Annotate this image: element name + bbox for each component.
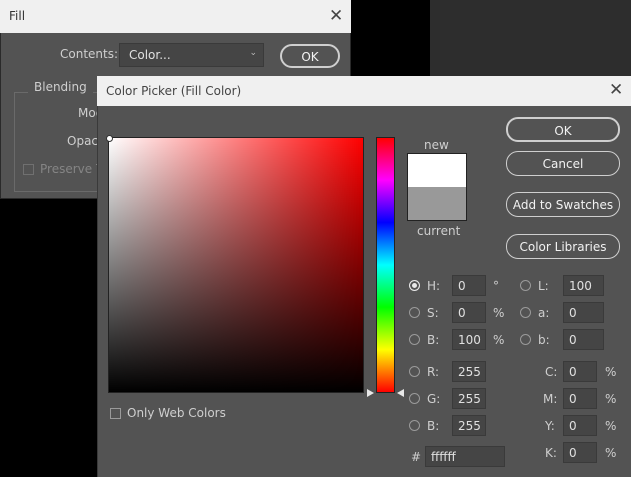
blue-input[interactable]: 255 xyxy=(452,415,486,436)
cyan-unit: % xyxy=(605,365,617,379)
black-label: K: xyxy=(545,446,557,460)
color-libraries-button[interactable]: Color Libraries xyxy=(506,234,620,259)
brightness-label: B: xyxy=(427,333,440,347)
l-radio[interactable] xyxy=(520,280,531,291)
hex-input[interactable]: ffffff xyxy=(425,446,505,467)
green-input[interactable]: 255 xyxy=(452,388,486,409)
cancel-button[interactable]: Cancel xyxy=(506,151,620,176)
green-label: G: xyxy=(427,392,441,406)
current-color-swatch[interactable] xyxy=(408,187,466,220)
picker-close-icon[interactable]: ✕ xyxy=(609,82,623,99)
magenta-input[interactable]: 0 xyxy=(563,388,597,409)
chevron-down-icon: ⌄ xyxy=(249,48,257,58)
hue-radio[interactable] xyxy=(409,280,420,291)
fill-title-text: Fill xyxy=(9,9,26,23)
blue-radio[interactable] xyxy=(409,420,420,431)
hue-slider-left-handle[interactable] xyxy=(367,389,374,397)
green-radio[interactable] xyxy=(409,393,420,404)
background-panel xyxy=(430,0,631,78)
a-input[interactable]: 0 xyxy=(563,302,604,323)
blending-label: Blending xyxy=(28,80,93,94)
brightness-input[interactable]: 100 xyxy=(452,329,486,350)
cyan-label: C: xyxy=(545,365,558,379)
hex-label: # xyxy=(411,450,422,464)
new-label: new xyxy=(424,138,449,152)
yellow-unit: % xyxy=(605,419,617,433)
preserve-label: Preserve T xyxy=(40,162,104,176)
blue-label: B: xyxy=(427,419,440,433)
brightness-radio[interactable] xyxy=(409,334,420,345)
red-radio[interactable] xyxy=(409,366,420,377)
contents-select[interactable]: Color... ⌄ xyxy=(119,43,264,67)
picker-title-text: Color Picker (Fill Color) xyxy=(106,84,242,98)
brightness-unit: % xyxy=(493,333,505,347)
black-unit: % xyxy=(605,446,617,460)
red-label: R: xyxy=(427,365,440,379)
yellow-input[interactable]: 0 xyxy=(563,415,597,436)
fill-dialog-title: Fill xyxy=(0,0,351,33)
only-web-colors-label: Only Web Colors xyxy=(127,406,226,420)
cyan-input[interactable]: 0 xyxy=(563,361,597,382)
saturation-label: S: xyxy=(427,306,439,320)
saturation-radio[interactable] xyxy=(409,307,420,318)
fill-close-icon[interactable]: ✕ xyxy=(329,8,343,25)
color-field[interactable] xyxy=(108,137,364,393)
saturation-input[interactable]: 0 xyxy=(452,302,486,323)
l-label: L: xyxy=(538,279,549,293)
a-radio[interactable] xyxy=(520,307,531,318)
yellow-label: Y: xyxy=(545,419,555,433)
a-label: a: xyxy=(538,306,550,320)
color-preview xyxy=(407,153,467,221)
lab-b-input[interactable]: 0 xyxy=(563,329,604,350)
hue-slider-right-handle[interactable] xyxy=(397,389,404,397)
saturation-unit: % xyxy=(493,306,505,320)
color-field-cursor[interactable] xyxy=(106,135,113,142)
color-picker-title: Color Picker (Fill Color) xyxy=(97,76,631,106)
hue-slider[interactable] xyxy=(376,137,395,393)
contents-label: Contents: xyxy=(60,47,119,61)
l-input[interactable]: 100 xyxy=(563,275,604,296)
hue-label: H: xyxy=(427,279,441,293)
hue-input[interactable]: 0 xyxy=(452,275,486,296)
lab-b-radio[interactable] xyxy=(520,334,531,345)
add-to-swatches-button[interactable]: Add to Swatches xyxy=(506,192,620,217)
degree-unit: ° xyxy=(493,279,499,293)
fill-ok-button[interactable]: OK xyxy=(280,44,340,68)
lab-b-label: b: xyxy=(538,333,550,347)
preserve-checkbox[interactable] xyxy=(23,164,34,175)
red-input[interactable]: 255 xyxy=(452,361,486,382)
current-label: current xyxy=(417,224,461,238)
ok-button[interactable]: OK xyxy=(506,117,620,142)
new-color-swatch xyxy=(408,154,466,187)
only-web-colors-checkbox[interactable] xyxy=(110,408,121,419)
opacity-label: Opac xyxy=(67,134,99,148)
magenta-label: M: xyxy=(543,392,558,406)
contents-value: Color... xyxy=(129,48,171,62)
magenta-unit: % xyxy=(605,392,617,406)
black-input[interactable]: 0 xyxy=(563,442,597,463)
